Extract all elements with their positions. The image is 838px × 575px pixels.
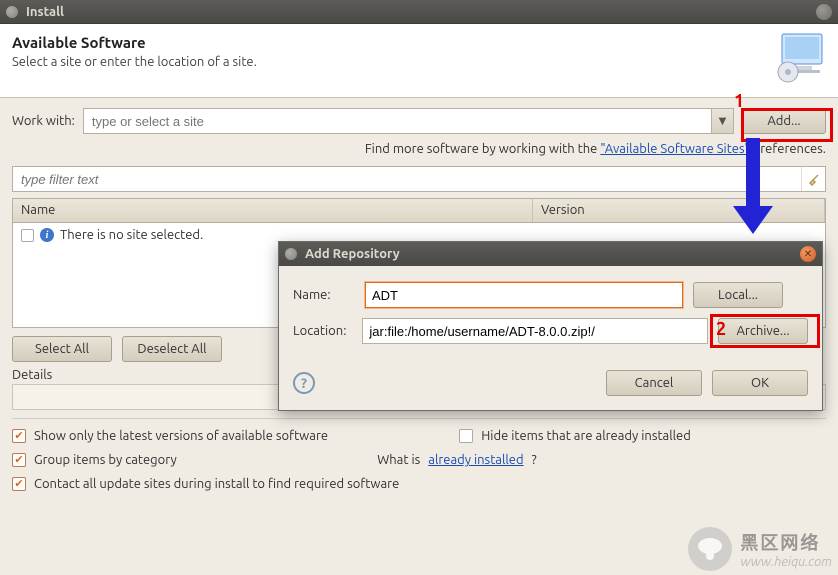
- available-sites-link[interactable]: "Available Software Sites": [600, 142, 749, 156]
- chk-group-label: Group items by category: [34, 453, 177, 467]
- dialog-close-icon[interactable]: ✕: [800, 246, 816, 262]
- work-with-combo[interactable]: ▼: [83, 108, 734, 134]
- watermark-domain: www.heiqu.com: [740, 555, 832, 569]
- already-installed-text: What is already installed?: [377, 453, 691, 467]
- what-is-prefix: What is: [377, 453, 420, 467]
- window-title: Install: [26, 5, 64, 19]
- help-icon[interactable]: ?: [293, 372, 315, 394]
- dialog-title: Add Repository: [305, 247, 400, 261]
- what-is-suffix: ?: [532, 453, 537, 467]
- page-subtitle: Select a site or enter the location of a…: [12, 55, 826, 69]
- chk-hide[interactable]: Hide items that are already installed: [459, 429, 691, 443]
- filter-box: [12, 166, 826, 192]
- options-area: Show only the latest versions of availab…: [12, 429, 826, 491]
- checkbox-icon[interactable]: [12, 453, 26, 467]
- chk-contact[interactable]: Contact all update sites during install …: [12, 477, 399, 491]
- row-checkbox[interactable]: [21, 229, 34, 242]
- checkbox-icon[interactable]: [459, 429, 473, 443]
- add-site-button[interactable]: Add...: [742, 108, 826, 134]
- work-with-input[interactable]: [84, 109, 711, 133]
- watermark-cn: 黑区网络: [740, 529, 832, 555]
- archive-button[interactable]: Archive...: [718, 318, 808, 344]
- empty-site-text: There is no site selected.: [60, 228, 203, 242]
- cancel-button[interactable]: Cancel: [606, 370, 702, 396]
- work-with-label: Work with:: [12, 114, 75, 128]
- clear-filter-icon[interactable]: [801, 167, 825, 191]
- chk-contact-label: Contact all update sites during install …: [34, 477, 399, 491]
- install-window-titlebar: Install: [0, 0, 838, 24]
- col-version[interactable]: Version: [533, 199, 825, 222]
- close-window-icon[interactable]: [816, 4, 832, 20]
- location-row: Location: Archive...: [293, 318, 808, 344]
- location-label: Location:: [293, 324, 362, 338]
- filter-input[interactable]: [13, 167, 801, 191]
- find-more-prefix: Find more software by working with the: [365, 142, 601, 156]
- find-more-suffix: preferences.: [750, 142, 826, 156]
- location-input[interactable]: [362, 318, 708, 344]
- dialog-menu-icon[interactable]: [285, 248, 297, 260]
- chk-hide-label: Hide items that are already installed: [481, 429, 691, 443]
- watermark: 黑区网络 www.heiqu.com: [688, 527, 832, 571]
- add-repository-dialog: Add Repository ✕ Name: Local... Location…: [278, 241, 823, 411]
- install-wizard-icon: [774, 30, 828, 84]
- chk-group[interactable]: Group items by category: [12, 453, 399, 467]
- combo-dropdown-icon[interactable]: ▼: [711, 109, 733, 133]
- dialog-titlebar: Add Repository ✕: [279, 242, 822, 266]
- name-label: Name:: [293, 288, 365, 302]
- window-menu-icon[interactable]: [6, 6, 18, 18]
- ok-button[interactable]: OK: [712, 370, 808, 396]
- separator: [12, 418, 826, 419]
- find-more-text: Find more software by working with the "…: [12, 142, 826, 156]
- chk-latest-label: Show only the latest versions of availab…: [34, 429, 328, 443]
- local-button[interactable]: Local...: [693, 282, 783, 308]
- col-name[interactable]: Name: [13, 199, 533, 222]
- already-installed-link[interactable]: already installed: [428, 453, 523, 467]
- page-title: Available Software: [12, 34, 826, 51]
- mushroom-icon: [688, 527, 732, 571]
- deselect-all-button[interactable]: Deselect All: [122, 336, 222, 362]
- work-with-row: Work with: ▼ Add...: [12, 108, 826, 134]
- dialog-body: Name: Local... Location: Archive... ? Ca…: [279, 266, 822, 410]
- name-row: Name: Local...: [293, 282, 808, 308]
- dialog-footer: ? Cancel OK: [293, 370, 808, 396]
- checkbox-icon[interactable]: [12, 429, 26, 443]
- table-header: Name Version: [13, 199, 825, 223]
- checkbox-icon[interactable]: [12, 477, 26, 491]
- name-input[interactable]: [365, 282, 683, 308]
- info-icon: i: [40, 228, 54, 242]
- select-all-button[interactable]: Select All: [12, 336, 112, 362]
- chk-latest[interactable]: Show only the latest versions of availab…: [12, 429, 399, 443]
- wizard-header: Available Software Select a site or ente…: [0, 24, 838, 98]
